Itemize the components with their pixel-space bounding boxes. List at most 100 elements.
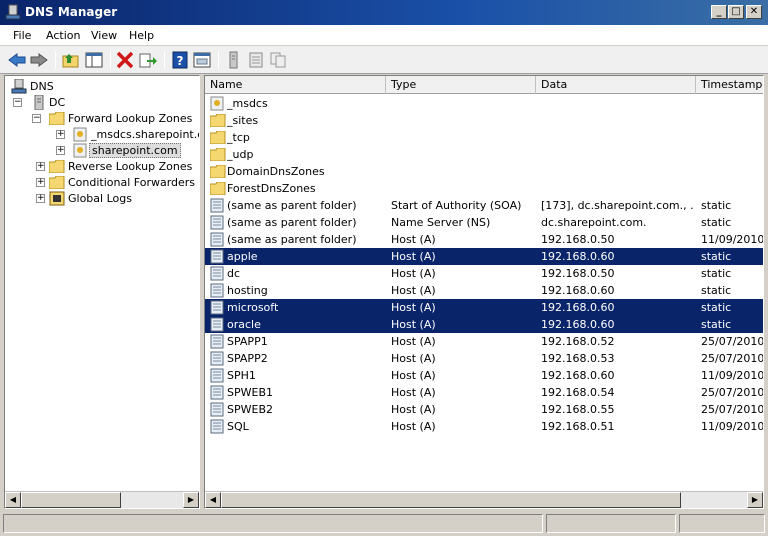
show-hide-tree-icon[interactable] [84,51,104,69]
collapse-icon[interactable]: − [32,114,41,123]
cell-timestamp: static [701,284,732,297]
collapse-icon[interactable]: − [13,98,22,107]
table-row[interactable]: SPH1 Host (A) 192.168.0.60 11/09/2010 0 [205,367,763,384]
tree-horizontal-scrollbar[interactable]: ◀ ▶ [5,491,199,508]
server-icon[interactable] [224,51,244,69]
cell-name: SQL [227,420,249,433]
table-row[interactable]: _sites [205,112,763,129]
menu-bar: File Action View Help [0,25,768,46]
cell-name: SPAPP2 [227,352,268,365]
cell-name: ForestDnsZones [227,182,316,195]
back-icon[interactable] [7,51,27,69]
menu-help[interactable]: Help [129,29,154,42]
column-type[interactable]: Type [386,76,536,94]
cell-name: _msdcs [227,97,268,110]
column-name[interactable]: Name [205,76,386,94]
folder-icon [210,114,226,127]
cell-type: Host (A) [391,284,436,297]
dns-app-icon [5,4,21,20]
cell-data: 192.168.0.54 [541,386,615,399]
status-cell-3 [679,514,765,533]
table-row[interactable]: SQL Host (A) 192.168.0.51 11/09/2010 0 [205,418,763,435]
dns-record-icon [210,368,224,383]
list-horizontal-scrollbar[interactable]: ◀ ▶ [205,491,763,508]
table-row[interactable]: oracle Host (A) 192.168.0.60 static [205,316,763,333]
table-row[interactable]: hosting Host (A) 192.168.0.60 static [205,282,763,299]
delete-icon[interactable] [115,51,135,69]
dns-record-icon [210,402,224,417]
cell-name: SPWEB2 [227,403,273,416]
zone-icon[interactable] [246,51,266,69]
cell-timestamp: static [701,301,732,314]
table-row[interactable]: ForestDnsZones [205,180,763,197]
table-row[interactable]: dc Host (A) 192.168.0.50 static [205,265,763,282]
scroll-right-icon[interactable]: ▶ [747,492,763,508]
dns-record-icon [210,232,224,247]
table-row[interactable]: apple Host (A) 192.168.0.60 static [205,248,763,265]
table-row[interactable]: _tcp [205,129,763,146]
minimize-button[interactable]: _ [711,5,727,19]
table-row[interactable]: _udp [205,146,763,163]
table-row[interactable]: SPWEB2 Host (A) 192.168.0.55 25/07/2010 1 [205,401,763,418]
folder-icon [210,182,226,195]
records-list[interactable]: Name Type Data Timestamp _msdcs _sites _tc… [204,75,764,509]
scroll-right-icon[interactable]: ▶ [183,492,199,508]
up-folder-icon[interactable] [61,51,81,69]
export-icon[interactable] [138,51,158,69]
tree-label-conditional: Conditional Forwarders [68,176,196,189]
cell-data: 192.168.0.60 [541,284,615,297]
forward-icon[interactable] [29,51,49,69]
cell-timestamp: 11/09/2010 0 [701,233,764,246]
column-timestamp[interactable]: Timestamp [696,76,763,94]
scroll-thumb[interactable] [221,492,681,508]
table-row[interactable]: SPAPP1 Host (A) 192.168.0.52 25/07/2010 1 [205,333,763,350]
help-icon[interactable]: ? [170,51,190,69]
table-row[interactable]: _msdcs [205,95,763,112]
scroll-thumb[interactable] [21,492,121,508]
table-row[interactable]: DomainDnsZones [205,163,763,180]
dns-record-icon [210,215,224,230]
table-row[interactable]: (same as parent folder) Start of Authorit… [205,197,763,214]
zone-icon [73,127,87,142]
cell-type: Host (A) [391,352,436,365]
table-row[interactable]: microsoft Host (A) 192.168.0.60 static [205,299,763,316]
expand-icon[interactable]: + [36,178,45,187]
column-data[interactable]: Data [536,76,696,94]
cell-type: Host (A) [391,318,436,331]
properties-icon[interactable] [192,51,212,69]
cell-type: Host (A) [391,420,436,433]
tree-label-dns: DNS [30,80,54,93]
status-cell-2 [546,514,676,533]
close-button[interactable]: ✕ [746,5,762,19]
tree-label-msdcs: _msdcs.sharepoint.com [91,128,199,141]
cell-data: 192.168.0.60 [541,369,615,382]
menu-action[interactable]: Action [46,29,80,42]
title-bar: DNS Manager _ □ ✕ [0,0,768,25]
dns-record-icon [210,266,224,281]
maximize-button[interactable]: □ [728,5,744,19]
scroll-left-icon[interactable]: ◀ [205,492,221,508]
expand-icon[interactable]: + [36,162,45,171]
expand-icon[interactable]: + [56,130,65,139]
cell-name: (same as parent folder) [227,233,357,246]
status-bar [0,512,768,536]
cell-name: DomainDnsZones [227,165,325,178]
cell-type: Host (A) [391,250,436,263]
cell-timestamp: static [701,318,732,331]
menu-view[interactable]: View [91,29,117,42]
console-tree[interactable]: DNS − DC − Forward Lookup Zones + _msdcs… [4,75,200,509]
cell-data: [173], dc.sharepoint.com., ... [541,199,693,212]
table-row[interactable]: SPWEB1 Host (A) 192.168.0.54 25/07/2010 1 [205,384,763,401]
table-row[interactable]: SPAPP2 Host (A) 192.168.0.53 25/07/2010 1 [205,350,763,367]
cell-type: Host (A) [391,386,436,399]
menu-file[interactable]: File [13,29,31,42]
expand-icon[interactable]: + [36,194,45,203]
expand-icon[interactable]: + [56,146,65,155]
table-row[interactable]: (same as parent folder) Host (A) 192.168.0… [205,231,764,248]
table-row[interactable]: (same as parent folder) Name Server (NS) d… [205,214,763,231]
scroll-left-icon[interactable]: ◀ [5,492,21,508]
cell-type: Host (A) [391,301,436,314]
copy-icon[interactable] [268,51,288,69]
cell-type: Host (A) [391,369,436,382]
cell-timestamp: static [701,267,732,280]
